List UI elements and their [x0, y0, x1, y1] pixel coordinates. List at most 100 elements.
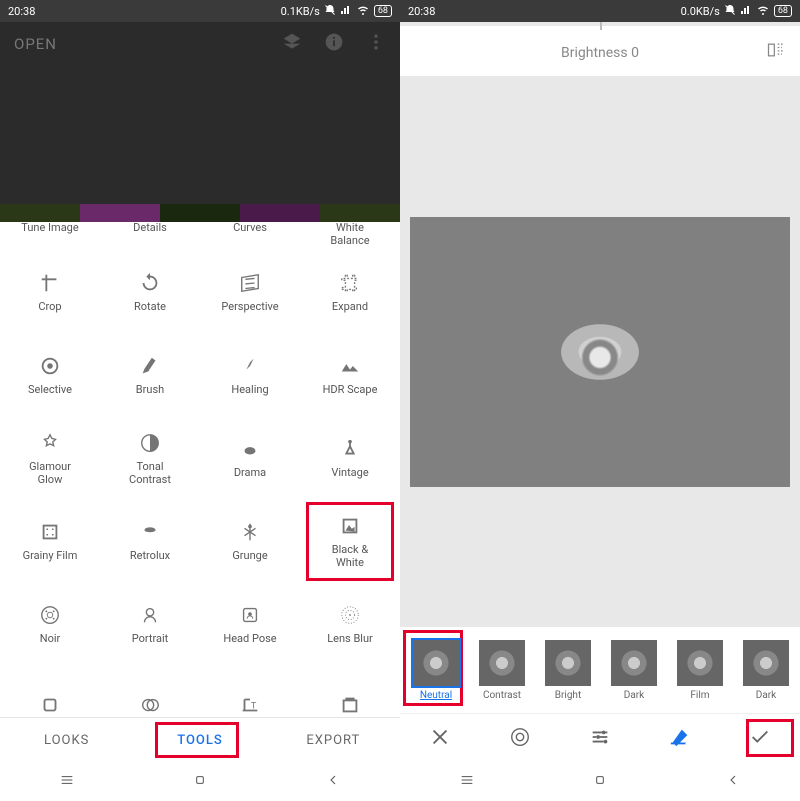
tool-white-balance[interactable]: White Balance	[300, 222, 400, 247]
tab-looks[interactable]: LOOKS	[0, 733, 133, 748]
tool-rotate[interactable]: Rotate	[100, 251, 200, 334]
tool-tool-[interactable]	[0, 666, 100, 717]
filter-neutral[interactable]: Neutral	[410, 640, 462, 701]
tool-selective[interactable]: Selective	[0, 334, 100, 417]
tool-head-pose[interactable]: Head Pose	[200, 583, 300, 666]
tool-tool-[interactable]: T	[200, 666, 300, 717]
tool-label: Healing	[231, 383, 268, 396]
tool-vintage[interactable]: Vintage	[300, 417, 400, 500]
filter-thumb	[413, 640, 459, 686]
tool-label: Glamour Glow	[29, 460, 71, 486]
tool-label: Rotate	[134, 300, 166, 313]
filter-label: Bright	[555, 690, 581, 701]
tool-tool-[interactable]	[300, 666, 400, 717]
tool-drama[interactable]: Drama	[200, 417, 300, 500]
tool-label: Retrolux	[130, 549, 170, 562]
tool-label: Drama	[234, 466, 266, 479]
svg-text:T: T	[251, 701, 257, 711]
signal-icon	[740, 4, 752, 19]
filter-thumb	[479, 640, 525, 686]
battery: 68	[374, 5, 392, 17]
tool-label: Black & White	[332, 543, 368, 569]
left-screen: 20:38 0.1KB/s 68 OPEN	[0, 0, 400, 801]
net-speed: 0.1KB/s	[281, 5, 320, 18]
filter-film[interactable]: Film	[674, 640, 726, 701]
filter-label: Neutral	[420, 690, 452, 701]
cancel-button[interactable]	[429, 726, 451, 752]
tool-brush[interactable]: Brush	[100, 334, 200, 417]
slider-track[interactable]	[400, 22, 800, 26]
filter-thumb	[611, 640, 657, 686]
filter-thumb	[743, 640, 789, 686]
tool-label: Lens Blur	[327, 632, 373, 645]
apply-button[interactable]	[749, 726, 771, 752]
statusbar: 20:38 0.0KB/s 68	[400, 0, 800, 22]
tool-curves[interactable]: Curves	[200, 222, 300, 247]
compare-icon[interactable]	[766, 40, 786, 64]
tool-lens-blur[interactable]: Lens Blur	[300, 583, 400, 666]
filter-dark[interactable]: Dark	[740, 640, 792, 701]
wifi-icon	[756, 4, 770, 19]
adjust-button[interactable]	[589, 726, 611, 752]
signal-icon	[340, 4, 352, 19]
tool-perspective[interactable]: Perspective	[200, 251, 300, 334]
tool-healing[interactable]: Healing	[200, 334, 300, 417]
statusbar: 20:38 0.1KB/s 68	[0, 0, 400, 22]
tool-label: Tonal Contrast	[129, 460, 171, 486]
open-button[interactable]: OPEN	[14, 35, 282, 53]
nav-back-icon[interactable]	[325, 772, 341, 792]
tool-expand[interactable]: Expand	[300, 251, 400, 334]
tool-noir[interactable]: Noir	[0, 583, 100, 666]
adjustment-bar[interactable]: Brightness 0	[400, 22, 800, 76]
filter-label: Dark	[624, 690, 644, 701]
info-icon[interactable]	[324, 32, 344, 56]
filter-button[interactable]	[509, 726, 531, 752]
navbar	[400, 763, 800, 801]
filter-contrast[interactable]: Contrast	[476, 640, 528, 701]
tool-label: Head Pose	[223, 632, 276, 645]
nav-home-icon[interactable]	[192, 772, 208, 792]
tool-portrait[interactable]: Portrait	[100, 583, 200, 666]
tool-black-white[interactable]: Black & White	[300, 500, 400, 583]
tool-label: Crop	[38, 300, 61, 313]
tool-grainy-film[interactable]: Grainy Film	[0, 500, 100, 583]
nav-back-icon[interactable]	[725, 772, 741, 792]
time: 20:38	[408, 5, 435, 18]
nav-home-icon[interactable]	[592, 772, 608, 792]
tool-label: HDR Scape	[323, 383, 378, 396]
tool-label: Selective	[28, 383, 72, 396]
nav-menu-icon[interactable]	[59, 772, 75, 792]
tool-label: Perspective	[221, 300, 278, 313]
tool-glamour-glow[interactable]: Glamour Glow	[0, 417, 100, 500]
top-area: OPEN	[0, 22, 400, 222]
color-button[interactable]	[669, 726, 691, 752]
tool-hdr-scape[interactable]: HDR Scape	[300, 334, 400, 417]
time: 20:38	[8, 5, 35, 18]
tools-sheet[interactable]: Tune Image Details Curves White Balance …	[0, 222, 400, 717]
tool-grunge[interactable]: Grunge	[200, 500, 300, 583]
canvas[interactable]	[400, 76, 800, 627]
filter-dark[interactable]: Dark	[608, 640, 660, 701]
tool-label: Brush	[136, 383, 164, 396]
tool-label: Portrait	[132, 632, 169, 645]
more-icon[interactable]	[366, 32, 386, 56]
navbar	[0, 763, 400, 801]
filter-row[interactable]: Neutral Contrast Bright Dark Film Dark	[400, 627, 800, 713]
dnd-icon	[324, 4, 336, 19]
filter-label: Contrast	[483, 690, 521, 701]
tab-export[interactable]: EXPORT	[267, 733, 400, 748]
tool-tonal-contrast[interactable]: Tonal Contrast	[100, 417, 200, 500]
filter-thumb	[677, 640, 723, 686]
tool-label: Grunge	[232, 549, 267, 562]
tool-details[interactable]: Details	[100, 222, 200, 247]
tool-retrolux[interactable]: Retrolux	[100, 500, 200, 583]
filter-bright[interactable]: Bright	[542, 640, 594, 701]
right-screen: 20:38 0.0KB/s 68 Brightness 0 Neutral Con…	[400, 0, 800, 801]
label-row: Tune Image Details Curves White Balance	[0, 222, 400, 251]
tool-tune-image[interactable]: Tune Image	[0, 222, 100, 247]
layers-icon[interactable]	[282, 32, 302, 56]
tab-tools[interactable]: TOOLS	[133, 733, 266, 748]
tool-crop[interactable]: Crop	[0, 251, 100, 334]
tool-tool-[interactable]	[100, 666, 200, 717]
nav-menu-icon[interactable]	[459, 772, 475, 792]
